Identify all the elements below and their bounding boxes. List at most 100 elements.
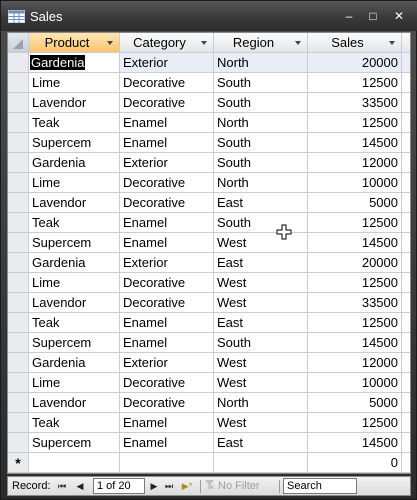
region-cell[interactable]: North: [214, 393, 308, 413]
record-selector[interactable]: [8, 253, 29, 273]
product-cell[interactable]: Supercem: [29, 433, 120, 453]
sales-cell[interactable]: 12000: [308, 353, 402, 373]
record-selector[interactable]: [8, 193, 29, 213]
category-cell[interactable]: Decorative: [120, 173, 214, 193]
category-cell[interactable]: Exterior: [120, 53, 214, 73]
category-cell[interactable]: Enamel: [120, 433, 214, 453]
record-selector[interactable]: [8, 353, 29, 373]
sales-cell[interactable]: 12000: [308, 153, 402, 173]
column-header-product[interactable]: Product: [29, 33, 120, 53]
category-cell[interactable]: Decorative: [120, 373, 214, 393]
sales-cell[interactable]: 14500: [308, 133, 402, 153]
select-all-button[interactable]: [8, 33, 29, 53]
sales-cell[interactable]: 10000: [308, 173, 402, 193]
dropdown-arrow-icon[interactable]: [107, 41, 113, 45]
table-row[interactable]: Supercem Enamel West 14500: [8, 233, 410, 253]
region-cell[interactable]: [214, 453, 308, 473]
product-cell[interactable]: Lavendor: [29, 193, 120, 213]
table-row[interactable]: Gardenia Exterior North 20000: [8, 53, 410, 73]
table-row[interactable]: Lavendor Decorative South 33500: [8, 93, 410, 113]
next-record-button[interactable]: ▶: [148, 479, 160, 493]
category-cell[interactable]: Decorative: [120, 273, 214, 293]
filter-status[interactable]: No Filter: [205, 479, 277, 494]
sales-cell[interactable]: 20000: [308, 253, 402, 273]
record-selector[interactable]: [8, 313, 29, 333]
sales-cell[interactable]: 20000: [308, 53, 402, 73]
product-cell[interactable]: Lime: [29, 373, 120, 393]
category-cell[interactable]: Exterior: [120, 353, 214, 373]
table-row[interactable]: Lavendor Decorative West 33500: [8, 293, 410, 313]
product-cell[interactable]: Teak: [29, 113, 120, 133]
region-cell[interactable]: North: [214, 53, 308, 73]
record-selector[interactable]: [8, 293, 29, 313]
record-selector[interactable]: [8, 73, 29, 93]
category-cell[interactable]: Enamel: [120, 313, 214, 333]
category-cell[interactable]: Enamel: [120, 233, 214, 253]
record-selector[interactable]: [8, 213, 29, 233]
product-cell[interactable]: Supercem: [29, 333, 120, 353]
region-cell[interactable]: East: [214, 253, 308, 273]
region-cell[interactable]: East: [214, 193, 308, 213]
sales-cell[interactable]: 5000: [308, 393, 402, 413]
minimize-button[interactable]: –: [339, 7, 359, 25]
record-selector[interactable]: [8, 93, 29, 113]
category-cell[interactable]: Enamel: [120, 133, 214, 153]
category-cell[interactable]: Decorative: [120, 73, 214, 93]
sales-cell[interactable]: 12500: [308, 213, 402, 233]
table-row[interactable]: Lime Decorative South 12500: [8, 73, 410, 93]
sales-cell[interactable]: 5000: [308, 193, 402, 213]
product-cell[interactable]: Gardenia: [29, 353, 120, 373]
previous-record-button[interactable]: ◀: [74, 479, 86, 493]
record-selector[interactable]: [8, 273, 29, 293]
table-row[interactable]: Gardenia Exterior West 12000: [8, 353, 410, 373]
dropdown-arrow-icon[interactable]: [389, 41, 395, 45]
new-record-button[interactable]: ▶*: [178, 479, 196, 493]
table-row[interactable]: Teak Enamel South 12500: [8, 213, 410, 233]
category-cell[interactable]: Exterior: [120, 253, 214, 273]
product-cell[interactable]: Supercem: [29, 233, 120, 253]
record-selector[interactable]: [8, 133, 29, 153]
table-row[interactable]: Lavendor Decorative East 5000: [8, 193, 410, 213]
region-cell[interactable]: West: [214, 273, 308, 293]
dropdown-arrow-icon[interactable]: [201, 41, 207, 45]
record-selector[interactable]: [8, 333, 29, 353]
table-row[interactable]: Lavendor Decorative North 5000: [8, 393, 410, 413]
product-cell[interactable]: Gardenia: [29, 153, 120, 173]
category-cell[interactable]: Enamel: [120, 213, 214, 233]
region-cell[interactable]: West: [214, 373, 308, 393]
region-cell[interactable]: East: [214, 313, 308, 333]
region-cell[interactable]: West: [214, 233, 308, 253]
table-row[interactable]: Lime Decorative West 12500: [8, 273, 410, 293]
record-selector[interactable]: [8, 173, 29, 193]
region-cell[interactable]: North: [214, 173, 308, 193]
table-row[interactable]: Supercem Enamel South 14500: [8, 133, 410, 153]
region-cell[interactable]: South: [214, 73, 308, 93]
region-cell[interactable]: South: [214, 133, 308, 153]
sales-cell[interactable]: 14500: [308, 233, 402, 253]
sales-cell[interactable]: 0: [308, 453, 402, 473]
category-cell[interactable]: Decorative: [120, 393, 214, 413]
record-selector[interactable]: [8, 153, 29, 173]
last-record-button[interactable]: ⏭: [163, 479, 175, 493]
sales-cell[interactable]: 10000: [308, 373, 402, 393]
region-cell[interactable]: South: [214, 333, 308, 353]
sales-cell[interactable]: 12500: [308, 273, 402, 293]
product-cell[interactable]: Gardenia: [29, 253, 120, 273]
table-row[interactable]: Gardenia Exterior East 20000: [8, 253, 410, 273]
region-cell[interactable]: South: [214, 93, 308, 113]
table-row[interactable]: Gardenia Exterior South 12000: [8, 153, 410, 173]
product-cell[interactable]: Supercem: [29, 133, 120, 153]
category-cell[interactable]: Enamel: [120, 333, 214, 353]
region-cell[interactable]: South: [214, 153, 308, 173]
product-cell[interactable]: Gardenia: [29, 53, 120, 73]
region-cell[interactable]: South: [214, 213, 308, 233]
close-button[interactable]: ✕: [389, 7, 409, 25]
category-cell[interactable]: Decorative: [120, 193, 214, 213]
product-cell[interactable]: Lime: [29, 273, 120, 293]
product-cell[interactable]: Lime: [29, 73, 120, 93]
sales-cell[interactable]: 33500: [308, 93, 402, 113]
dropdown-arrow-icon[interactable]: [295, 41, 301, 45]
category-cell[interactable]: Exterior: [120, 153, 214, 173]
product-cell[interactable]: Teak: [29, 213, 120, 233]
region-cell[interactable]: West: [214, 353, 308, 373]
